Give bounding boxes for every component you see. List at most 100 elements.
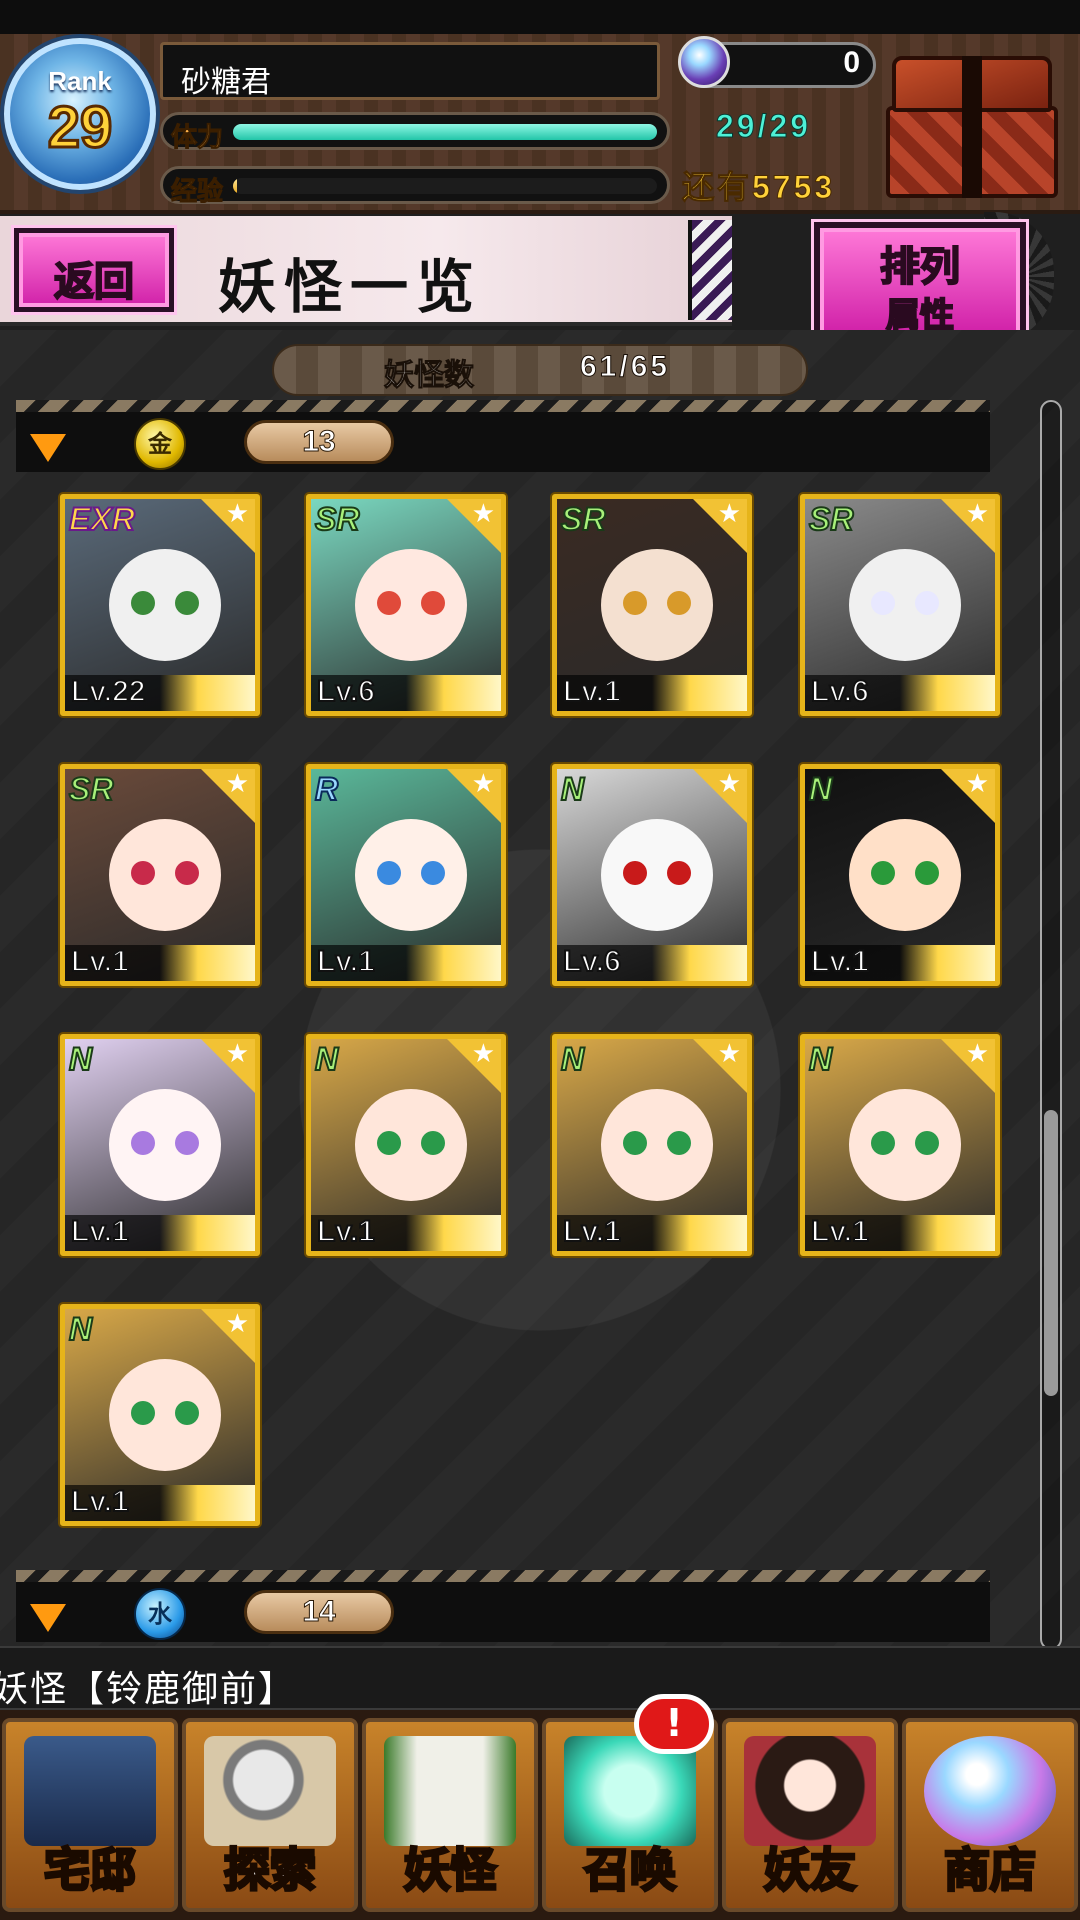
yokai-card[interactable]: ★ SR Lv.1 xyxy=(552,494,752,716)
stamina-bar: 体力 xyxy=(160,112,670,154)
scrollbar-thumb[interactable] xyxy=(1044,1110,1058,1396)
portrait-eye xyxy=(915,1131,939,1155)
nav-friends[interactable]: 妖友 xyxy=(722,1718,898,1912)
group-header-gold[interactable]: 金 13 xyxy=(16,400,990,472)
yokai-card[interactable]: ★ SR Lv.6 xyxy=(306,494,506,716)
portrait-eye xyxy=(175,861,199,885)
scroll-icon xyxy=(384,1736,516,1846)
orb-count: 0 xyxy=(843,46,860,79)
rarity-label: N xyxy=(808,1040,833,1078)
star-icon[interactable]: ★ xyxy=(718,771,741,797)
yokai-card[interactable]: ★ N Lv.1 xyxy=(552,1034,752,1256)
portrait-face xyxy=(601,819,713,931)
yokai-card[interactable]: ★ N Lv.6 xyxy=(552,764,752,986)
level-label: Lv.6 xyxy=(810,674,870,709)
portrait-eye xyxy=(871,591,895,615)
portrait-eye xyxy=(623,861,647,885)
portrait-eye xyxy=(915,591,939,615)
portrait-face xyxy=(355,1089,467,1201)
yokai-card[interactable]: ★ N Lv.1 xyxy=(800,764,1000,986)
group-count: 14 xyxy=(244,1590,394,1634)
sort-button[interactable]: 排列 属性 xyxy=(811,219,1029,343)
yokai-card[interactable]: ★ SR Lv.6 xyxy=(800,494,1000,716)
portrait-eye xyxy=(377,1131,401,1155)
level-label: Lv.1 xyxy=(70,944,130,979)
rank-number: 29 xyxy=(46,94,114,162)
star-icon[interactable]: ★ xyxy=(472,771,495,797)
level-label: Lv.1 xyxy=(70,1214,130,1249)
level-label: Lv.1 xyxy=(562,674,622,709)
rarity-label: R xyxy=(314,770,339,808)
exp-remaining: 还有5753 xyxy=(681,169,836,206)
portrait-eye xyxy=(377,591,401,615)
portrait-eye xyxy=(421,1131,445,1155)
star-icon[interactable]: ★ xyxy=(226,1311,249,1337)
star-icon[interactable]: ★ xyxy=(966,771,989,797)
rarity-label: N xyxy=(68,1040,93,1078)
crystal-orb-icon xyxy=(924,1736,1056,1846)
star-icon[interactable]: ★ xyxy=(226,1041,249,1067)
star-icon[interactable]: ★ xyxy=(966,501,989,527)
star-icon[interactable]: ★ xyxy=(226,771,249,797)
portrait-face xyxy=(109,549,221,661)
rarity-label: N xyxy=(68,1310,93,1348)
scrollbar[interactable] xyxy=(1040,400,1062,1650)
rarity-label: SR xyxy=(560,500,606,538)
back-button-label: 返回 xyxy=(53,258,135,306)
rank-badge: Rank 29 xyxy=(4,38,156,190)
treasure-chest-icon[interactable] xyxy=(880,50,1068,200)
yokai-card[interactable]: ★ N Lv.1 xyxy=(800,1034,1000,1256)
portrait-eye xyxy=(175,1131,199,1155)
summon-alert-badge: ! xyxy=(634,1694,714,1754)
rarity-label: N xyxy=(560,1040,585,1078)
group-header-water[interactable]: 水 14 xyxy=(16,1570,990,1642)
yokai-card[interactable]: ★ N Lv.1 xyxy=(60,1304,260,1526)
portrait-eye xyxy=(667,861,691,885)
portrait-face xyxy=(355,819,467,931)
mansion-icon xyxy=(24,1736,156,1846)
portrait-face xyxy=(601,1089,713,1201)
yokai-card[interactable]: ★ N Lv.1 xyxy=(306,1034,506,1256)
rarity-label: SR xyxy=(808,500,854,538)
yokai-card[interactable]: ★ N Lv.1 xyxy=(60,1034,260,1256)
star-icon[interactable]: ★ xyxy=(472,1041,495,1067)
portrait-eye xyxy=(871,1131,895,1155)
portrait-eye xyxy=(421,861,445,885)
arrow-feather-stripe xyxy=(688,220,732,320)
portrait-eye xyxy=(131,1131,155,1155)
portrait-eye xyxy=(623,591,647,615)
water-element-icon: 水 xyxy=(134,1588,186,1640)
portrait-face xyxy=(849,1089,961,1201)
nav-yokai[interactable]: 妖怪 xyxy=(362,1718,538,1912)
yokai-card[interactable]: ★ SR Lv.1 xyxy=(60,764,260,986)
back-button[interactable]: 返回 xyxy=(11,225,177,315)
bottom-nav: 宅邸 探索 妖怪 召唤 妖友 商店 xyxy=(0,1710,1080,1920)
rank-label: Rank xyxy=(48,66,112,96)
portrait-eye xyxy=(131,1401,155,1425)
star-icon[interactable]: ★ xyxy=(226,501,249,527)
rarity-label: SR xyxy=(68,770,114,808)
portrait-face xyxy=(601,549,713,661)
star-icon[interactable]: ★ xyxy=(718,501,741,527)
collapse-arrow-icon[interactable] xyxy=(30,434,66,462)
star-icon[interactable]: ★ xyxy=(472,501,495,527)
portrait-eye xyxy=(377,861,401,885)
nav-explore[interactable]: 探索 xyxy=(182,1718,358,1912)
star-icon[interactable]: ★ xyxy=(966,1041,989,1067)
level-label: Lv.22 xyxy=(70,674,146,709)
nav-mansion[interactable]: 宅邸 xyxy=(2,1718,178,1912)
nav-label: 探索 xyxy=(223,1842,318,1899)
yokai-card[interactable]: ★ R Lv.1 xyxy=(306,764,506,986)
stamina-value: 29/29 xyxy=(715,108,812,145)
level-label: Lv.1 xyxy=(562,1214,622,1249)
level-label: Lv.6 xyxy=(316,674,376,709)
portrait-face xyxy=(849,549,961,661)
exp-bar: 经验 xyxy=(160,166,670,208)
collapse-arrow-icon[interactable] xyxy=(30,1604,66,1632)
star-icon[interactable]: ★ xyxy=(718,1041,741,1067)
stamina-label: 体力 xyxy=(170,123,224,154)
yokai-card[interactable]: ★ EXR Lv.22 xyxy=(60,494,260,716)
portrait-eye xyxy=(131,861,155,885)
portrait-eye xyxy=(175,591,199,615)
nav-shop[interactable]: 商店 xyxy=(902,1718,1078,1912)
